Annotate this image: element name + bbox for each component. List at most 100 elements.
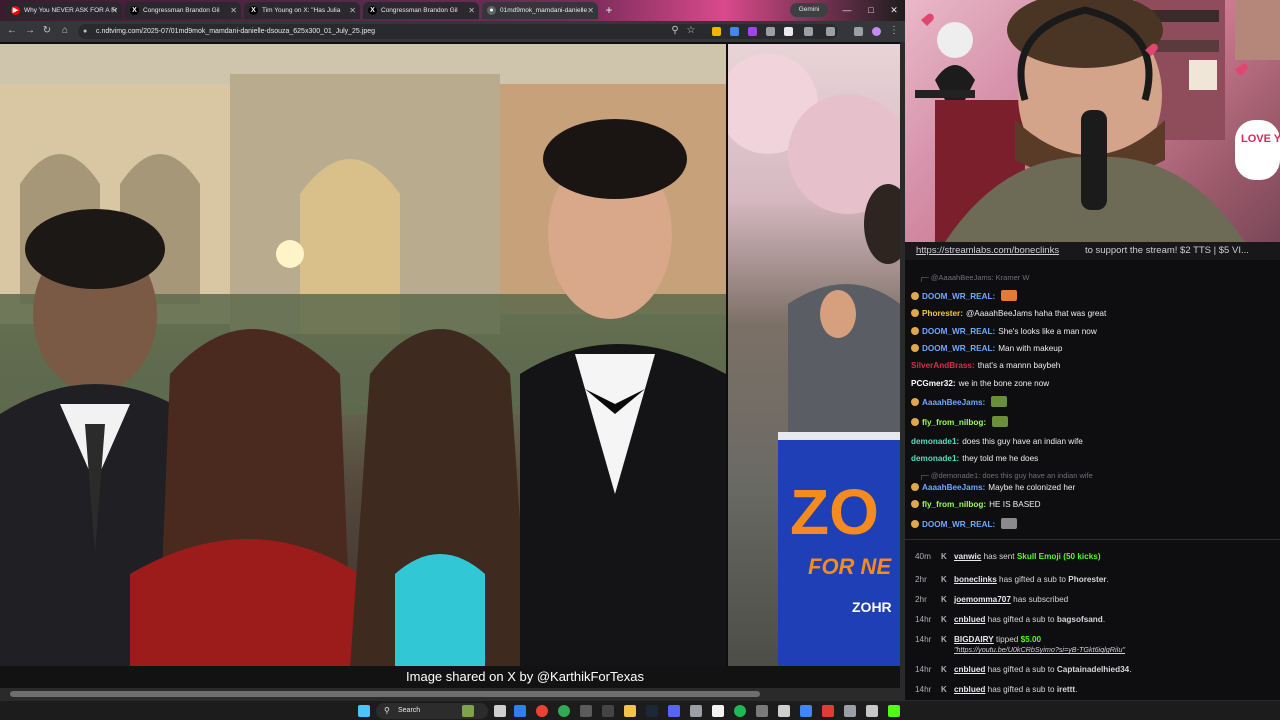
close-tab-icon[interactable]: ✕	[111, 2, 118, 19]
chrome-profile-icon[interactable]	[558, 705, 570, 717]
app-icon[interactable]	[778, 705, 790, 717]
extension-icon[interactable]	[784, 27, 793, 36]
task-view-icon[interactable]	[494, 705, 506, 717]
chat-username[interactable]: DOOM_WR_REAL:	[922, 292, 995, 301]
second-photo: ZO FOR NE ZOHR	[728, 44, 900, 668]
chat-username[interactable]: DOOM_WR_REAL:	[922, 520, 995, 529]
group-photo	[0, 44, 726, 668]
chat-username[interactable]: AaaahBeeJams:	[922, 483, 985, 492]
zoom-icon[interactable]: ⚲	[668, 24, 682, 38]
browser-tab[interactable]: ● 01md9mok_mamdani-danielle ✕	[482, 2, 598, 19]
maps-icon[interactable]	[822, 705, 834, 717]
edge-icon[interactable]	[514, 705, 526, 717]
banner-link[interactable]: https://streamlabs.com/boneclinks	[916, 245, 1059, 256]
chat-username[interactable]: Phorester:	[922, 309, 963, 318]
event-body: vanwic has sent Skull Emoji (50 kicks)	[954, 551, 1101, 563]
url-text: c.ndtvimg.com/2025-07/01md9mok_mamdani-d…	[96, 28, 376, 35]
subscriber-badge-icon	[911, 500, 919, 508]
chat-username[interactable]: demonade1:	[911, 454, 959, 463]
event-action: has sent	[981, 552, 1017, 561]
extension-icon[interactable]	[748, 27, 757, 36]
obs-icon[interactable]	[712, 705, 724, 717]
forward-icon[interactable]: →	[23, 24, 37, 38]
chrome-icon[interactable]	[536, 705, 548, 717]
minimize-icon[interactable]: —	[838, 2, 856, 18]
chat-username[interactable]: fly_from_nilbog:	[922, 418, 986, 427]
close-tab-icon[interactable]: ✕	[468, 2, 475, 19]
browser-tab[interactable]: X Congressman Brandon Gil ✕	[363, 2, 479, 19]
extensions-puzzle-icon[interactable]	[804, 27, 813, 36]
extension-icon[interactable]	[712, 27, 721, 36]
close-window-icon[interactable]: ✕	[885, 2, 903, 18]
discord-icon[interactable]	[668, 705, 680, 717]
banner-text: to support the stream! $2 TTS | $5 VI...	[1085, 245, 1249, 256]
profile-avatar[interactable]	[872, 27, 881, 36]
reload-icon[interactable]: ↻	[40, 24, 54, 38]
chat-username[interactable]: demonade1:	[911, 437, 959, 446]
event-username[interactable]: cnblued	[954, 615, 985, 624]
chat-text: Man with makeup	[998, 344, 1063, 353]
event-highlight: Skull Emoji (50 kicks)	[1016, 552, 1101, 561]
close-tab-icon[interactable]: ✕	[349, 2, 356, 19]
back-icon[interactable]: ←	[5, 24, 19, 38]
horizontal-scrollbar[interactable]	[0, 688, 905, 700]
browser-tab[interactable]: X Congressman Brandon Gil ✕	[125, 2, 241, 19]
bookmark-star-icon[interactable]: ☆	[684, 24, 698, 38]
extension-icon[interactable]	[766, 27, 775, 36]
spotify-icon[interactable]	[734, 705, 746, 717]
chat-username[interactable]: AaaahBeeJams:	[922, 398, 985, 407]
download-icon[interactable]	[854, 27, 863, 36]
event-username[interactable]: vanwic	[954, 552, 981, 561]
home-icon[interactable]: ⌂	[58, 24, 72, 38]
scrollbar-thumb[interactable]	[10, 691, 760, 697]
event-username[interactable]: joemomma707	[954, 595, 1011, 604]
browser-window: ▶ Why You NEVER ASK FOR A Fr ✕ X Congressman…	[0, 0, 905, 700]
event-username[interactable]: cnblued	[954, 665, 985, 674]
new-tab-button[interactable]: +	[602, 2, 616, 18]
event-username[interactable]: cnblued	[954, 685, 985, 694]
kick-icon[interactable]	[888, 705, 900, 717]
windows-start-icon[interactable]	[358, 705, 370, 717]
browser-tab[interactable]: ▶ Why You NEVER ASK FOR A Fr ✕	[6, 2, 122, 19]
site-info-icon[interactable]: ●	[83, 27, 91, 36]
reply-arrow-icon: ╭─	[919, 471, 931, 480]
steam-icon[interactable]	[646, 705, 658, 717]
address-bar[interactable]: ● c.ndtvimg.com/2025-07/01md9mok_mamdani…	[78, 24, 838, 39]
menu-icon[interactable]: ⋮	[887, 24, 901, 38]
app-icon[interactable]	[690, 705, 702, 717]
app-icon[interactable]	[866, 705, 878, 717]
sidebar-icon[interactable]	[826, 27, 835, 36]
tab-title: 01md9mok_mamdani-danielle	[500, 7, 588, 14]
widget-icon[interactable]	[462, 705, 474, 717]
gemini-button[interactable]: Gemini	[790, 3, 828, 17]
app-icon[interactable]	[756, 705, 768, 717]
chat-username[interactable]: SilverAndBrass:	[911, 361, 975, 370]
caption-bar: Image shared on X by @KarthikForTexas	[0, 666, 905, 688]
chat-username[interactable]: DOOM_WR_REAL:	[922, 344, 995, 353]
app-icon[interactable]	[602, 705, 614, 717]
reply-text: @AaaahBeeJams: Kramer W	[930, 273, 1030, 282]
subscriber-badge-icon	[911, 520, 919, 528]
maximize-icon[interactable]: □	[862, 2, 880, 18]
event-username[interactable]: BIGDAIRY	[954, 635, 994, 644]
app-icon[interactable]	[844, 705, 856, 717]
app-icon[interactable]	[800, 705, 812, 717]
event-body: cnblued has gifted a sub to Captainadelh…	[954, 664, 1132, 676]
close-tab-icon[interactable]: ✕	[230, 2, 237, 19]
chat-username[interactable]: fly_from_nilbog:	[922, 500, 986, 509]
event-body: cnblued has gifted a sub to irettt.	[954, 684, 1077, 696]
close-tab-icon[interactable]: ✕	[587, 2, 594, 19]
browser-tab[interactable]: X Tim Young on X: "Has Julia ✕	[244, 2, 360, 19]
subscriber-badge-icon	[911, 327, 919, 335]
app-icon[interactable]	[580, 705, 592, 717]
extension-icon[interactable]	[730, 27, 739, 36]
chat-message: demonade1: does this guy have an indian w…	[911, 436, 1276, 448]
event-body: boneclinks has gifted a sub to Phorester…	[954, 574, 1109, 586]
browser-toolbar: ← → ↻ ⌂ ● c.ndtvimg.com/2025-07/01md9mok…	[0, 21, 905, 42]
event-end: .	[1102, 615, 1106, 624]
event-username[interactable]: boneclinks	[954, 575, 997, 584]
tip-message-link[interactable]: "https://youtu.be/U0kCRbSyimo?si=yB-TGkt…	[954, 644, 1125, 656]
chat-username[interactable]: DOOM_WR_REAL:	[922, 327, 995, 336]
chat-username[interactable]: PCGmer32:	[911, 379, 956, 388]
file-explorer-icon[interactable]	[624, 705, 636, 717]
